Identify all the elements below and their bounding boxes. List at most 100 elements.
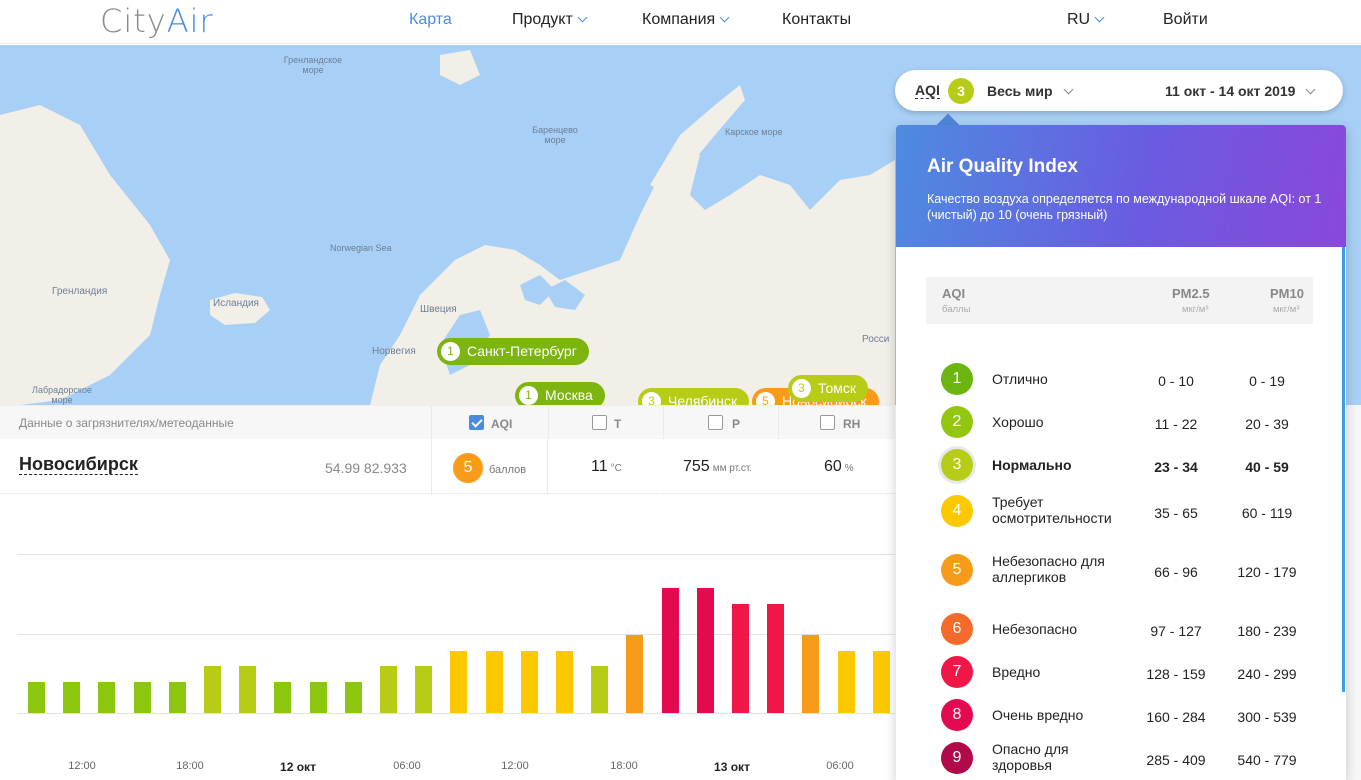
selected-city-name[interactable]: Новосибирск [19, 454, 138, 475]
city-marker-chelyabinsk[interactable]: 3 Челябинск [638, 388, 750, 405]
city-aqi-badge: 3 [792, 379, 811, 398]
chart-bar[interactable] [28, 682, 45, 713]
aqi-level-pm10: 300 - 539 [1237, 709, 1297, 725]
map-label: Карское море [725, 127, 783, 137]
chart-bar[interactable] [380, 666, 397, 713]
panel-header: Air Quality Index Качество воздуха опред… [896, 125, 1346, 247]
chevron-down-icon [719, 12, 730, 23]
chart-bar[interactable] [662, 588, 679, 713]
map-label: Исландия [213, 298, 259, 309]
aqi-level-dot: 6 [941, 613, 973, 645]
humidity-value: 60% [824, 458, 854, 476]
grid-line [17, 634, 895, 635]
map-filter-selector: AQI 3 Весь мир 11 окт - 14 окт 2019 [895, 70, 1343, 111]
nav-product[interactable]: Продукт [512, 11, 588, 29]
aqi-level-pm25: 66 - 96 [1154, 564, 1198, 580]
x-axis-tick-label: 06:00 [393, 760, 421, 772]
date-range-dropdown[interactable]: 11 окт - 14 окт 2019 [1165, 83, 1316, 99]
chevron-down-icon [1094, 12, 1105, 23]
city-data-row: Новосибирск 54.99 82.933 5 баллов 11 °С 7… [0, 439, 895, 494]
city-coordinates: 54.99 82.933 [325, 460, 407, 476]
chart-bar[interactable] [626, 635, 643, 713]
humidity-column-label: RH [843, 417, 861, 431]
chart-bar[interactable] [521, 651, 538, 713]
city-marker-moscow[interactable]: 1 Москва [515, 382, 605, 405]
chart-bar[interactable] [591, 666, 608, 713]
pressure-value: 755 мм рт.ст. [683, 458, 752, 476]
chart-bar[interactable] [169, 682, 186, 713]
aqi-bar-chart: 12:00 18:00 12 окт 06:00 12:00 18:00 13 окт 06:… [0, 495, 895, 780]
aqi-checkbox[interactable] [469, 415, 484, 430]
logo-city-text: City [100, 2, 167, 40]
chart-bar[interactable] [767, 604, 784, 713]
chart-bar[interactable] [310, 682, 327, 713]
panel-description: Качество воздуха определяется по междуна… [927, 192, 1322, 222]
col-pm25-header: PM2.5 [1172, 286, 1210, 301]
col-aqi-sub: баллы [942, 304, 971, 315]
city-marker-tomsk[interactable]: 3 Томск [788, 375, 868, 402]
x-axis-tick-label: 12:00 [68, 760, 96, 772]
strip-title: Данные о загрязнителях/метеоданные [19, 416, 234, 430]
nav-contacts[interactable]: Контакты [782, 11, 851, 29]
chart-bar[interactable] [802, 635, 819, 713]
aqi-level-dot: 5 [941, 554, 973, 586]
aqi-level-pm25: 11 - 22 [1154, 416, 1198, 432]
panel-title: Air Quality Index [927, 156, 1078, 177]
cityair-logo[interactable]: CityAir [100, 2, 214, 40]
col-pm25-sub: мкг/м³ [1182, 304, 1209, 315]
aqi-level-name: Отлично [992, 371, 1048, 387]
city-marker-label: Челябинск [668, 393, 738, 405]
nav-map[interactable]: Карта [409, 11, 452, 29]
chart-bar[interactable] [204, 666, 221, 713]
chart-bar[interactable] [134, 682, 151, 713]
divider [547, 439, 548, 494]
city-marker-spb[interactable]: 1 Санкт-Петербург [437, 338, 589, 365]
map-label: Швеция [420, 304, 457, 315]
language-selector[interactable]: RU [1067, 11, 1105, 29]
x-axis-tick-label: 13 окт [714, 760, 750, 774]
aqi-toggle[interactable]: AQI [915, 83, 940, 99]
pressure-number: 755 [683, 458, 710, 475]
col-pm10-sub: мкг/м³ [1273, 304, 1300, 315]
humidity-checkbox[interactable] [820, 415, 835, 430]
chart-bar[interactable] [838, 651, 855, 713]
nav-company[interactable]: Компания [642, 11, 730, 29]
login-link[interactable]: Войти [1163, 11, 1208, 29]
aqi-level-pm25: 160 - 284 [1146, 709, 1206, 725]
map-label: Баренцево море [532, 125, 578, 145]
chart-bar[interactable] [450, 651, 467, 713]
aqi-level-badge: 3 [948, 78, 974, 104]
region-dropdown[interactable]: Весь мир [987, 83, 1073, 99]
chart-bar[interactable] [274, 682, 291, 713]
chart-bar[interactable] [556, 651, 573, 713]
aqi-level-pm25: 23 - 34 [1154, 459, 1198, 475]
col-pm10-header: PM10 [1270, 286, 1304, 301]
chart-bar[interactable] [98, 682, 115, 713]
chart-bar[interactable] [486, 651, 503, 713]
city-aqi-badge: 5 [756, 392, 775, 405]
city-aqi-badge: 3 [642, 392, 661, 405]
chart-bar[interactable] [239, 666, 256, 713]
aqi-level-dot: 7 [941, 656, 973, 688]
chart-bar[interactable] [697, 588, 714, 713]
chevron-down-icon [1306, 84, 1316, 95]
chart-bar[interactable] [415, 666, 432, 713]
map-label: Гренландия [52, 286, 108, 297]
city-marker-label: Томск [818, 380, 856, 396]
aqi-level-pm10: 20 - 39 [1245, 416, 1289, 432]
aqi-level-name: Нормально [992, 457, 1072, 473]
pressure-checkbox[interactable] [708, 415, 723, 430]
pressure-column-label: P [732, 417, 741, 431]
chart-bar[interactable] [873, 651, 890, 713]
chart-bar[interactable] [732, 604, 749, 713]
panel-scrollbar[interactable] [1342, 247, 1345, 692]
aqi-level-dot: 1 [941, 363, 973, 395]
page-edge [1346, 405, 1361, 780]
chart-bar[interactable] [345, 682, 362, 713]
temperature-checkbox[interactable] [592, 415, 607, 430]
humidity-unit: % [844, 463, 854, 474]
city-marker-label: Санкт-Петербург [467, 343, 577, 359]
aqi-level-name: Хорошо [992, 414, 1044, 430]
chart-bar[interactable] [63, 682, 80, 713]
map-label: Норвегия [372, 346, 416, 357]
